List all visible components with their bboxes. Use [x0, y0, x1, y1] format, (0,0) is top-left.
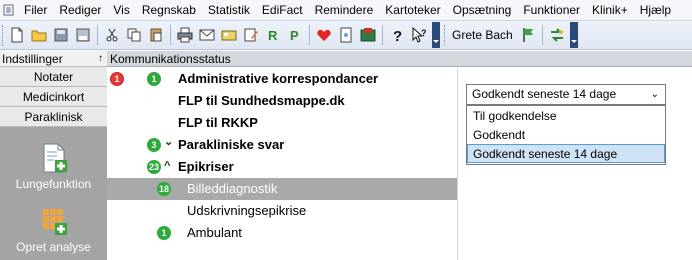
cut-icon[interactable]: [103, 26, 121, 44]
option-godkendt-seneste-14-dage[interactable]: Godkendt seneste 14 dage: [467, 144, 665, 163]
toolbar-separator: [170, 25, 171, 45]
svg-text:R: R: [268, 28, 278, 43]
save-icon[interactable]: [74, 26, 92, 44]
menu-funktioner[interactable]: Funktioner: [517, 0, 586, 20]
tree-row-label: FLP til RKKP: [178, 115, 258, 130]
card-icon[interactable]: [220, 26, 238, 44]
menu-vis[interactable]: Vis: [107, 0, 135, 20]
tree-row-label: Epikriser: [178, 159, 234, 174]
edit-icon[interactable]: [242, 26, 260, 44]
svg-text:P: P: [290, 28, 299, 43]
status-filter-select[interactable]: Godkendt seneste 14 dage ⌄: [466, 84, 666, 105]
tree-row-ambulant[interactable]: 1 Ambulant: [107, 222, 457, 244]
tab-notater[interactable]: Notater: [0, 67, 107, 87]
menu-statistik[interactable]: Statistik: [202, 0, 256, 20]
toolbar-grip[interactable]: [2, 25, 6, 45]
chevron-up-icon[interactable]: ^: [164, 160, 170, 172]
tree-row-label: Udskrivningsepikrise: [187, 203, 307, 218]
left-panel-header: Indstillinger ↑: [0, 51, 107, 67]
tree-row-udskrivningsepikrise[interactable]: Udskrivningsepikrise: [107, 200, 457, 222]
option-godkendt[interactable]: Godkendt: [467, 125, 665, 144]
chevron-down-icon[interactable]: ⌄: [164, 135, 173, 148]
opret-analyse-button[interactable]: Opret analyse: [0, 205, 107, 254]
menu-edifact[interactable]: EdiFact: [256, 0, 309, 20]
tree-row-label: Billeddiagnostik: [187, 181, 278, 196]
help-icon[interactable]: ?: [388, 26, 406, 44]
opret-analyse-label: Opret analyse: [16, 240, 91, 254]
svg-text:?: ?: [421, 28, 427, 38]
menu-filer[interactable]: Filer: [18, 0, 53, 20]
panel-title: Kommunikationsstatus: [107, 51, 692, 67]
tree-row-label: FLP til Sundhedsmappe.dk: [178, 93, 345, 108]
lungefunktion-label: Lungefunktion: [15, 177, 92, 191]
tree-row-label: Ambulant: [187, 225, 242, 240]
heart-icon[interactable]: [315, 26, 333, 44]
count-badge: 3: [147, 138, 161, 152]
communication-tree: 1 1 Administrative korrespondancer FLP t…: [107, 68, 457, 260]
option-til-godkendelse[interactable]: Til godkendelse: [467, 106, 665, 125]
status-filter-value: Godkendt seneste 14 dage: [472, 87, 617, 101]
tree-row-label: Parakliniske svar: [178, 137, 285, 152]
disk-icon[interactable]: [52, 26, 70, 44]
status-filter-options: Til godkendelse Godkendt Godkendt senest…: [466, 105, 666, 165]
toolbar-separator: [309, 25, 310, 45]
menu-klinik[interactable]: Klinik+: [586, 0, 634, 20]
toolbar-separator: [541, 25, 543, 45]
left-panel-title: Indstillinger: [2, 51, 63, 66]
tree-row-label: Administrative korrespondancer: [178, 71, 379, 86]
toolbar-overflow-button[interactable]: [432, 22, 440, 48]
svg-text:?: ?: [393, 28, 402, 43]
toolbar-overflow-button[interactable]: [569, 22, 578, 48]
menu-opsaetning[interactable]: Opsætning: [447, 0, 518, 20]
mail-icon[interactable]: [198, 26, 216, 44]
toolbar-separator: [97, 25, 98, 45]
tab-paraklinisk[interactable]: Paraklinisk: [0, 107, 107, 127]
menu-regnskab[interactable]: Regnskab: [136, 0, 202, 20]
alert-badge: 1: [110, 72, 124, 86]
menu-remindere[interactable]: Remindere: [309, 0, 380, 20]
count-badge: 1: [157, 226, 171, 240]
tree-row-flp-rkkp[interactable]: FLP til RKKP: [107, 112, 457, 134]
count-badge: 23: [147, 160, 161, 174]
open-folder-icon[interactable]: [30, 26, 48, 44]
tree-row-parakliniske-svar[interactable]: 3 ⌄ Parakliniske svar: [107, 134, 457, 156]
left-panel: Indstillinger ↑ Notater Medicinkort Para…: [0, 51, 107, 260]
create-analysis-icon: [42, 209, 67, 235]
pin-icon[interactable]: ↑: [98, 53, 103, 64]
count-badge: 18: [157, 182, 171, 196]
menu-hjaelp[interactable]: Hjælp: [634, 0, 677, 20]
toolbar-separator: [382, 25, 383, 45]
menu-bar: Filer Rediger Vis Regnskab Statistik Edi…: [0, 0, 692, 20]
panel-divider[interactable]: [457, 68, 458, 260]
r-green-icon[interactable]: R: [264, 26, 282, 44]
tree-row-billeddiagnostik[interactable]: 18 Billeddiagnostik: [107, 178, 457, 200]
pointer-help-icon[interactable]: ?: [410, 26, 428, 44]
document-icon[interactable]: [337, 26, 355, 44]
left-panel-tools: Lungefunktion Opret analyse: [0, 142, 107, 260]
tree-row-epikriser[interactable]: 23 ^ Epikriser: [107, 156, 457, 178]
current-user-label[interactable]: Grete Bach: [448, 28, 517, 42]
menu-kartoteker[interactable]: Kartoteker: [379, 0, 446, 20]
new-icon[interactable]: [8, 26, 26, 44]
image-icon[interactable]: [359, 26, 377, 44]
tree-row-administrative[interactable]: 1 1 Administrative korrespondancer: [107, 68, 457, 90]
app-document-icon[interactable]: [3, 4, 15, 16]
chevron-down-icon[interactable]: ⌄: [651, 85, 659, 104]
toolbar: R P ? ? Grete Bach: [0, 20, 692, 50]
lungefunktion-button[interactable]: Lungefunktion: [0, 142, 107, 191]
tree-row-flp-sundhedsmappe[interactable]: FLP til Sundhedsmappe.dk: [107, 90, 457, 112]
p-green-icon[interactable]: P: [286, 26, 304, 44]
flag-icon[interactable]: [519, 26, 537, 44]
print-icon[interactable]: [176, 26, 194, 44]
count-badge: 1: [147, 72, 161, 86]
menu-rediger[interactable]: Rediger: [53, 0, 107, 20]
swap-icon[interactable]: [548, 26, 566, 44]
paste-icon[interactable]: [147, 26, 165, 44]
copy-icon[interactable]: [125, 26, 143, 44]
tab-medicinkort[interactable]: Medicinkort: [0, 87, 107, 107]
lung-function-icon: [43, 143, 67, 173]
